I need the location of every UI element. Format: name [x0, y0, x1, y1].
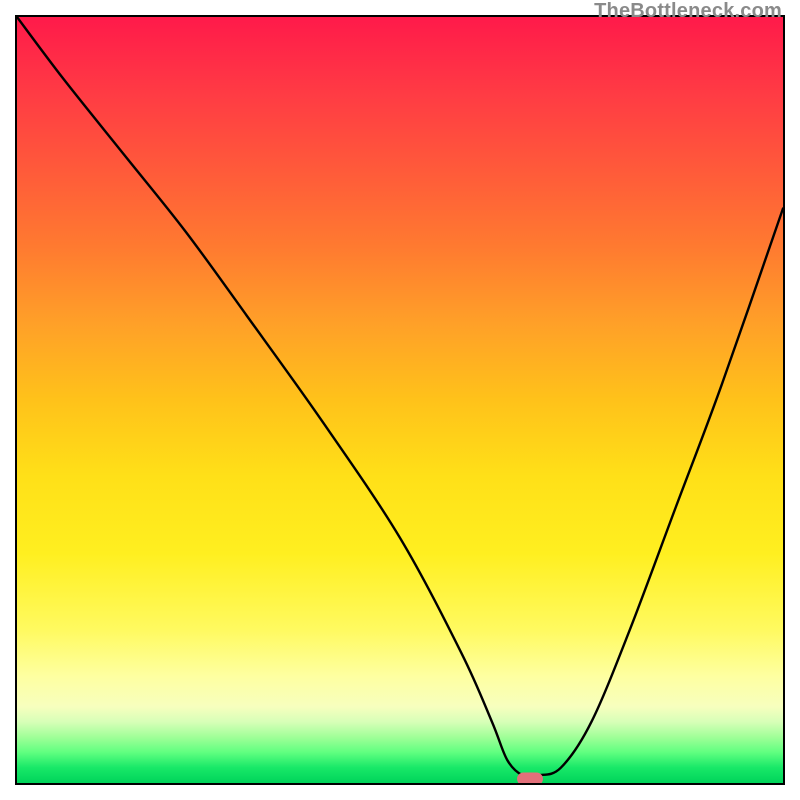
bottleneck-chart: TheBottleneck.com: [0, 0, 800, 800]
watermark-label: TheBottleneck.com: [594, 0, 782, 23]
bottleneck-curve-line: [17, 17, 783, 777]
curve-layer: [17, 17, 783, 783]
plot-area: [15, 15, 785, 785]
optimal-marker: [517, 773, 543, 785]
